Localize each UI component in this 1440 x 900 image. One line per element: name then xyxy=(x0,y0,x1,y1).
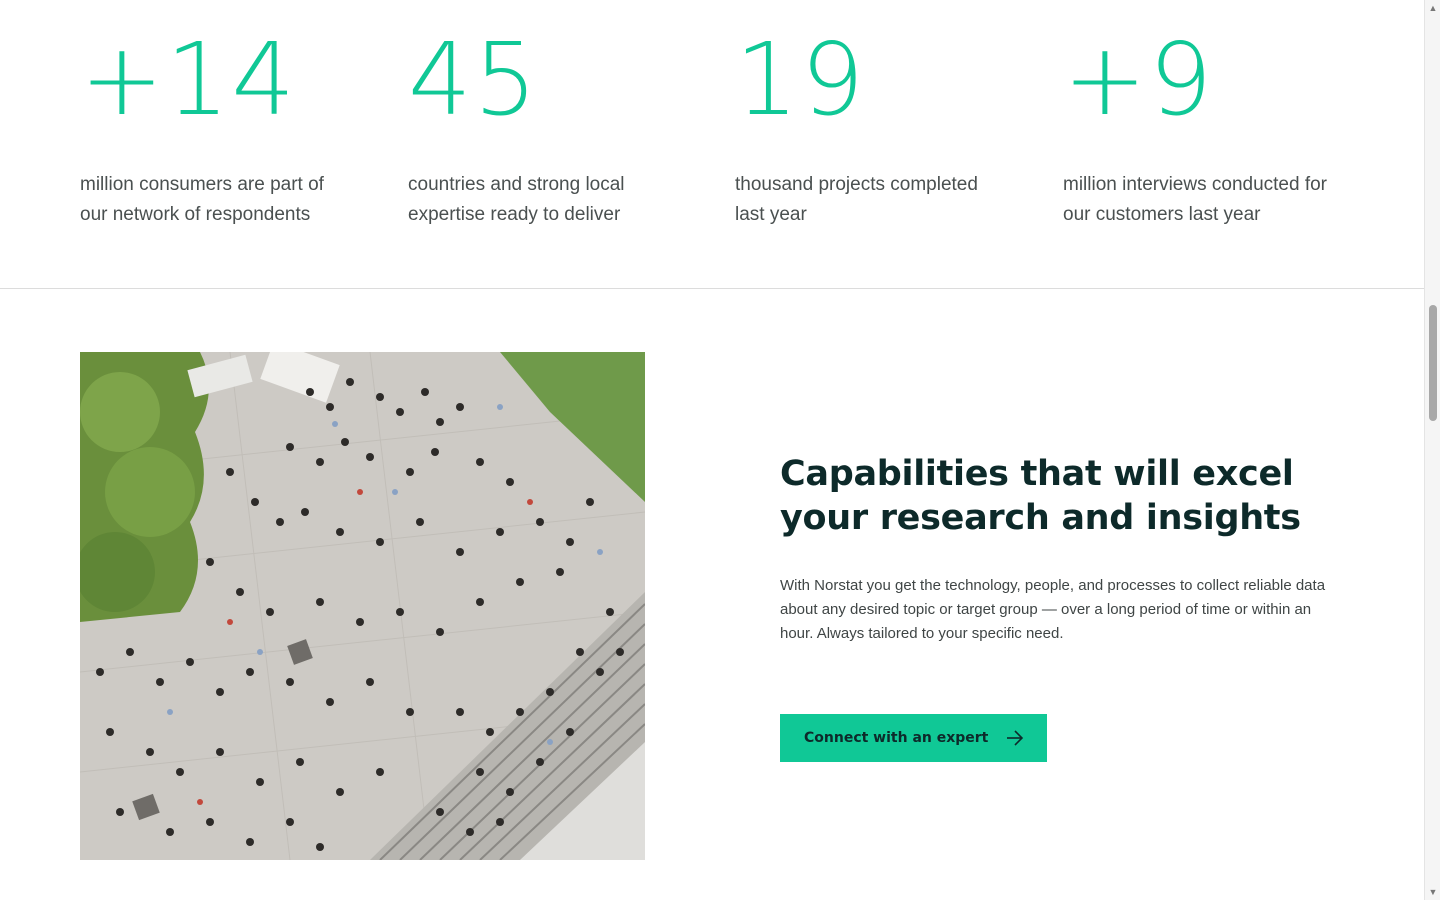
crowd-aerial-photo xyxy=(80,352,645,860)
scroll-down-arrow-icon[interactable]: ▼ xyxy=(1425,884,1440,900)
connect-expert-label: Connect with an expert xyxy=(804,730,989,746)
page: +14 million consumers are part of our ne… xyxy=(0,0,1424,900)
stat-projects: 19 thousand projects completed last year xyxy=(735,30,1035,230)
capabilities-description: With Norstat you get the technology, peo… xyxy=(780,577,1326,642)
stat-countries: 45 countries and strong local expertise … xyxy=(408,30,708,230)
stat-number: +14 xyxy=(80,21,298,138)
stat-interviews: +9 million interviews conducted for our … xyxy=(1063,30,1363,230)
stat-description: countries and strong local expertise rea… xyxy=(408,174,625,225)
scrollbar-thumb[interactable] xyxy=(1429,305,1437,421)
stat-description: million consumers are part of our networ… xyxy=(80,174,324,225)
stat-number: 19 xyxy=(735,21,867,138)
capabilities-heading: Capabilities that will excel your resear… xyxy=(780,454,1301,538)
connect-expert-button[interactable]: Connect with an expert xyxy=(780,714,1047,762)
scroll-up-arrow-icon[interactable]: ▲ xyxy=(1425,0,1440,16)
arrow-right-icon xyxy=(1005,729,1025,747)
stat-description: thousand projects completed last year xyxy=(735,174,978,225)
stat-number: +9 xyxy=(1063,21,1215,138)
section-divider xyxy=(0,288,1424,289)
stat-number: 45 xyxy=(408,21,540,138)
stat-description: million interviews conducted for our cus… xyxy=(1063,174,1328,225)
stat-consumers: +14 million consumers are part of our ne… xyxy=(80,30,380,230)
stats-section: +14 million consumers are part of our ne… xyxy=(80,30,1380,230)
vertical-scrollbar[interactable]: ▲ ▼ xyxy=(1424,0,1440,900)
